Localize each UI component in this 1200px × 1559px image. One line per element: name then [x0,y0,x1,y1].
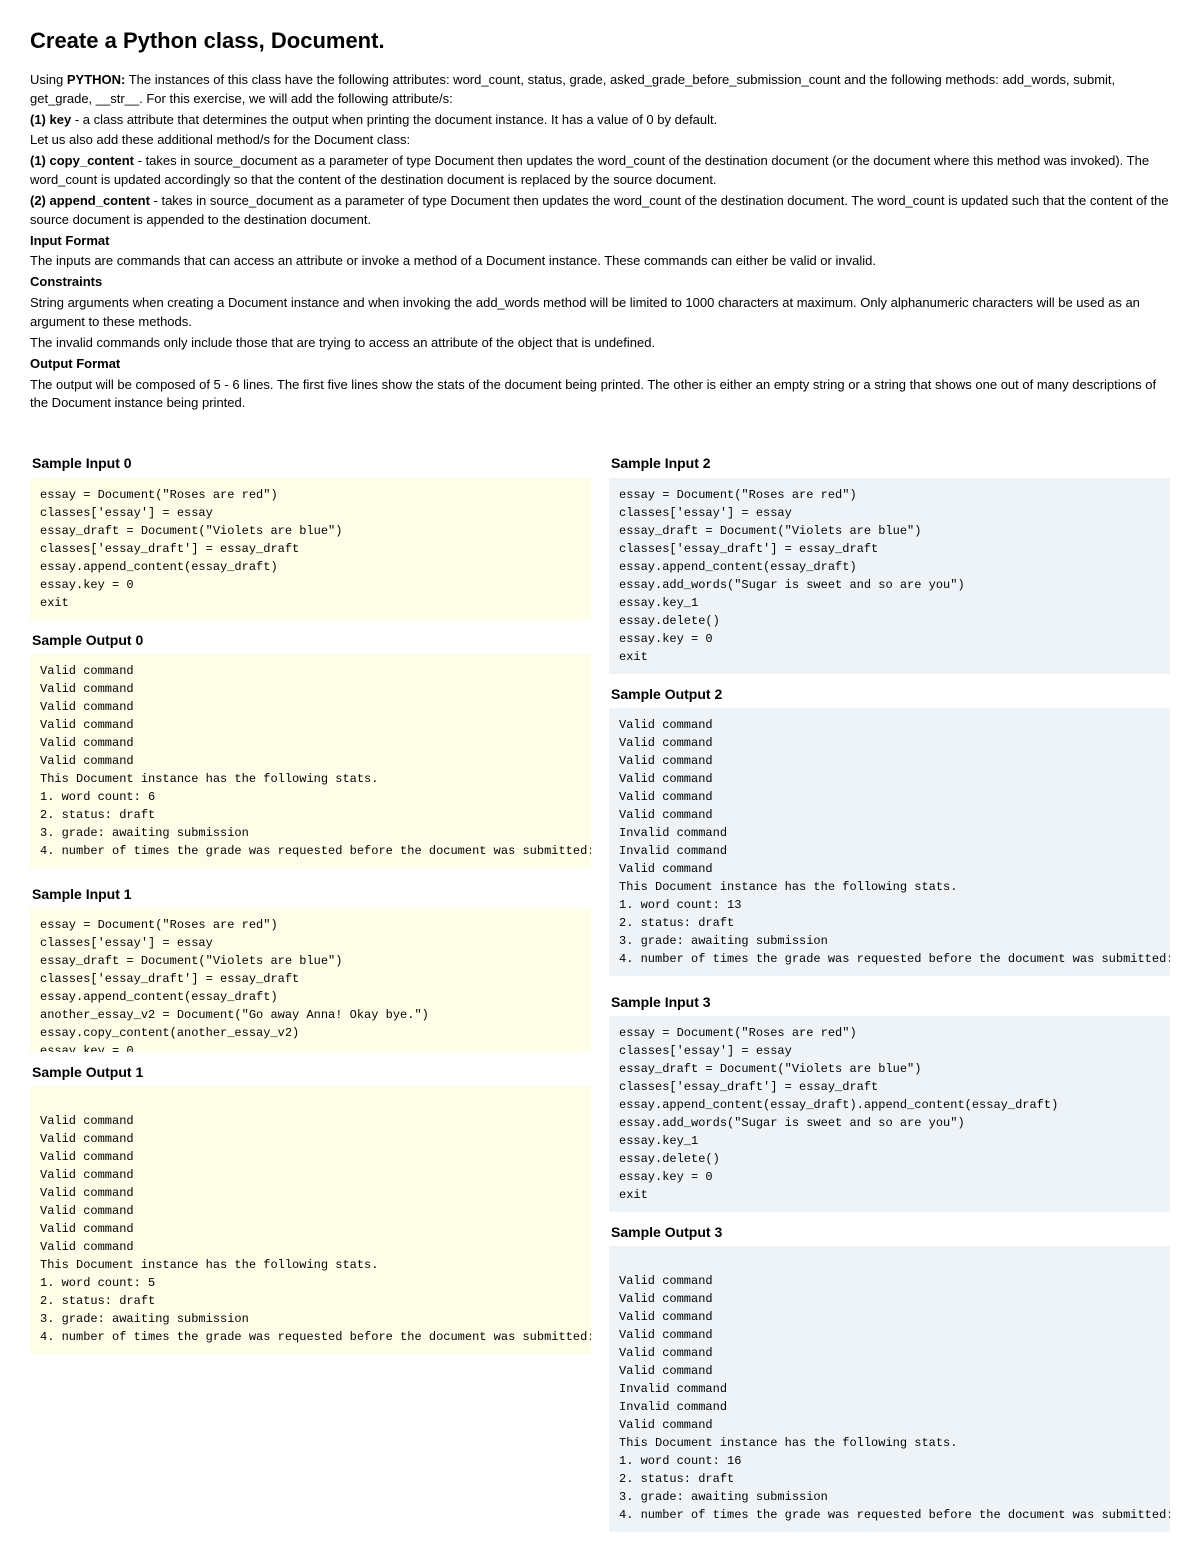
sample-input-0-code: essay = Document("Roses are red") classe… [30,478,591,620]
left-column: Sample Input 0 essay = Document("Roses a… [30,443,591,1356]
intro-copy-content-line: (1) copy_content - takes in source_docum… [30,152,1170,190]
intro-copy-bold: (1) copy_content [30,153,134,168]
sample-output-0-heading: Sample Output 0 [30,630,591,650]
constraints-body-2: The invalid commands only include those … [30,334,1170,353]
intro-python-bold: PYTHON: [67,72,126,87]
sample-input-2-code: essay = Document("Roses are red") classe… [609,478,1170,674]
sample-output-0-code: Valid command Valid command Valid comman… [30,654,591,868]
intro-key-rest: - a class attribute that determines the … [71,112,717,127]
input-format-body: The inputs are commands that can access … [30,252,1170,271]
sample-input-3-heading: Sample Input 3 [609,992,1170,1012]
sample-input-3-code: essay = Document("Roses are red") classe… [609,1016,1170,1212]
sample-input-1-code: essay = Document("Roses are red") classe… [30,908,591,1052]
sample-output-1-heading: Sample Output 1 [30,1062,591,1082]
intro-copy-rest: - takes in source_document as a paramete… [30,153,1149,187]
input-format-heading: Input Format [30,232,1170,251]
output-format-heading: Output Format [30,355,1170,374]
intro-append-rest: - takes in source_document as a paramete… [30,193,1169,227]
sample-input-2-heading: Sample Input 2 [609,453,1170,473]
intro-append-bold: (2) append_content [30,193,150,208]
intro-key-line: (1) key - a class attribute that determi… [30,111,1170,130]
page-title: Create a Python class, Document. [30,25,1170,57]
right-column: Sample Input 2 essay = Document("Roses a… [609,443,1170,1534]
constraints-body-1: String arguments when creating a Documen… [30,294,1170,332]
sample-output-2-heading: Sample Output 2 [609,684,1170,704]
output-format-body: The output will be composed of 5 - 6 lin… [30,376,1170,414]
sample-output-3-heading: Sample Output 3 [609,1222,1170,1242]
sample-input-1-heading: Sample Input 1 [30,884,591,904]
problem-statement: Using PYTHON: The instances of this clas… [30,71,1170,413]
sample-output-2-code: Valid command Valid command Valid comman… [609,708,1170,976]
constraints-heading: Constraints [30,273,1170,292]
sample-output-3-code: Valid command Valid command Valid comman… [609,1246,1170,1532]
sample-output-1-code: Valid command Valid command Valid comman… [30,1086,591,1354]
intro-line-1-rest: The instances of this class have the fol… [30,72,1115,106]
intro-line-1: Using PYTHON: The instances of this clas… [30,71,1170,109]
intro-methods-lead: Let us also add these additional method/… [30,131,1170,150]
intro-append-content-line: (2) append_content - takes in source_doc… [30,192,1170,230]
intro-using: Using [30,72,67,87]
samples-columns: Sample Input 0 essay = Document("Roses a… [30,443,1170,1534]
sample-input-0-heading: Sample Input 0 [30,453,591,473]
intro-key-bold: (1) key [30,112,71,127]
